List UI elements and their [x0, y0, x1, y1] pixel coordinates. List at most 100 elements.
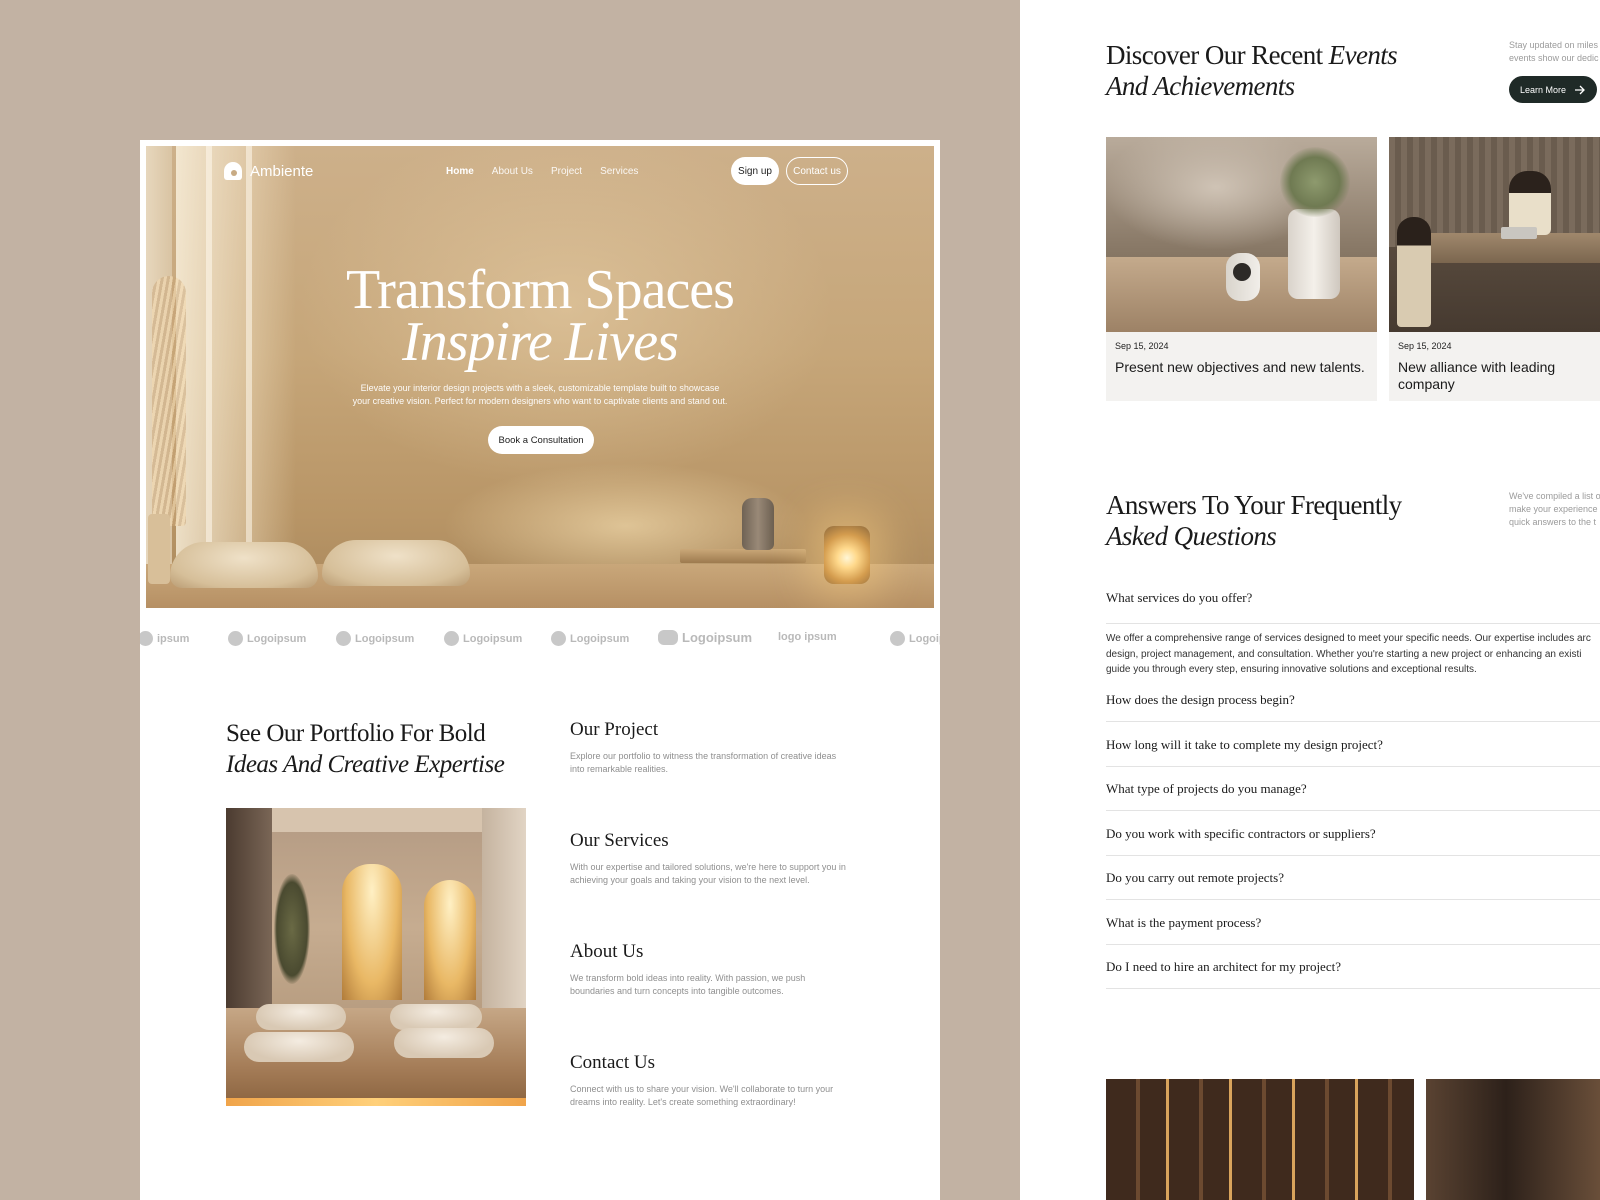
client-logo: Logoipsum: [336, 631, 414, 646]
nav-link-about[interactable]: About Us: [492, 166, 533, 177]
client-logo-text: Logoip: [909, 632, 940, 645]
faq-divider: [1106, 988, 1600, 989]
brand-name: Ambiente: [250, 162, 314, 180]
client-logo-text: Logoipsum: [247, 632, 307, 645]
faq-question[interactable]: What type of projects do you manage?: [1106, 781, 1600, 797]
desc-line: dreams into reality. Let's create someth…: [570, 1097, 796, 1107]
arrow-right-icon: [1575, 85, 1585, 94]
note-line: make your experience: [1509, 504, 1598, 514]
events-title-line2: And Achievements: [1106, 71, 1295, 101]
gallery-image: [1106, 1079, 1414, 1200]
floor-cushion: [244, 1032, 354, 1062]
note-line: quick answers to the t: [1509, 517, 1597, 527]
portfolio-item-about[interactable]: About Us We transform bold ideas into re…: [570, 940, 860, 998]
hero-title-line1: Transform Spaces: [346, 259, 735, 321]
speaker-lens: [1233, 263, 1251, 281]
hero-subtitle: Elevate your interior design projects wi…: [346, 382, 734, 408]
laptop: [1501, 227, 1537, 239]
portfolio-item-project[interactable]: Our Project Explore our portfolio to wit…: [570, 718, 860, 776]
event-title: New alliance with leading company: [1398, 359, 1556, 392]
floor-cushion: [170, 542, 318, 588]
side-table: [680, 549, 806, 563]
portfolio-item-contact[interactable]: Contact Us Connect with us to share your…: [570, 1051, 860, 1109]
logoipsum-glyph-icon: [890, 631, 905, 646]
note-line: We've compiled a list o: [1509, 491, 1600, 501]
dried-plant: [1280, 147, 1350, 217]
events-title-plain: Discover Our Recent: [1106, 40, 1329, 70]
desc-line: achieving your goals and taking your vis…: [570, 875, 810, 885]
portfolio-item-title: Our Project: [570, 719, 659, 740]
portfolio-image: [226, 808, 526, 1106]
client-logo-text: ipsum: [157, 632, 190, 645]
brand-logo[interactable]: Ambiente: [224, 162, 313, 180]
logoipsum-glyph-icon: [444, 631, 459, 646]
book-consultation-button[interactable]: Book a Consultation: [488, 426, 594, 454]
client-logo-text: logo ipsum: [778, 631, 837, 643]
logoipsum-glyph-icon: [336, 631, 351, 646]
faq-question[interactable]: Do I need to hire an architect for my pr…: [1106, 959, 1600, 975]
faq-question[interactable]: How long will it take to complete my des…: [1106, 737, 1600, 753]
client-logo: Logoipsum: [658, 630, 752, 645]
signup-button[interactable]: Sign up: [731, 157, 779, 185]
faq-title: Answers To Your Frequently Asked Questio…: [1106, 490, 1402, 552]
portfolio-title-line2: Ideas And Creative Expertise: [226, 751, 505, 778]
lit-arch-niche: [424, 880, 476, 1000]
portfolio-item-desc: We transform bold ideas into reality. Wi…: [570, 972, 860, 998]
faq-title-line1: Answers To Your Frequently: [1106, 490, 1402, 520]
hero-title: Transform Spaces Inspire Lives: [146, 259, 934, 370]
faq-answer: We offer a comprehensive range of servic…: [1106, 631, 1600, 678]
client-logo-text: Logoipsum: [570, 632, 630, 645]
desc-line: With our expertise and tailored solution…: [570, 862, 846, 872]
client-logo: Logoipsum: [551, 631, 629, 646]
learn-more-button[interactable]: Learn More: [1509, 76, 1597, 103]
portfolio-title: See Our Portfolio For Bold Ideas And Cre…: [226, 718, 526, 780]
nav-link-services[interactable]: Services: [600, 166, 638, 177]
floor-glow: [226, 1098, 526, 1106]
lantern-lamp: [824, 526, 870, 584]
faq-question[interactable]: Do you carry out remote projects?: [1106, 870, 1600, 886]
faq-divider: [1106, 766, 1600, 767]
client-logo: ipsum: [140, 631, 189, 646]
client-logo: Logoipsum: [228, 631, 306, 646]
desc-line: into remarkable realities.: [570, 764, 669, 774]
answer-line: guide you through every step, ensuring i…: [1106, 664, 1477, 675]
gallery-image: [1426, 1079, 1600, 1200]
nav-link-home[interactable]: Home: [446, 166, 474, 177]
event-card[interactable]: Sep 15, 2024 Present new objectives and …: [1106, 137, 1377, 401]
window-light: [176, 146, 296, 608]
note-line: Stay updated on miles: [1509, 40, 1599, 50]
note-line: events show our dedic: [1509, 53, 1599, 63]
portfolio-item-title: About Us: [570, 941, 644, 962]
logoipsum-glyph-icon: [140, 631, 153, 646]
wall: [482, 808, 526, 1038]
faq-question-open[interactable]: What services do you offer?: [1106, 590, 1600, 606]
floor-cushion: [390, 1004, 482, 1030]
faq-question[interactable]: How does the design process begin?: [1106, 692, 1600, 708]
desc-line: Connect with us to share your vision. We…: [570, 1084, 834, 1094]
nav-link-project[interactable]: Project: [551, 166, 582, 177]
faq-question[interactable]: Do you work with specific contractors or…: [1106, 826, 1600, 842]
events-title-line1: Discover Our Recent Events: [1106, 40, 1398, 71]
portfolio-item-desc: Connect with us to share your vision. We…: [570, 1083, 860, 1109]
event-date: Sep 15, 2024: [1398, 341, 1452, 351]
contact-button[interactable]: Contact us: [786, 157, 848, 185]
events-note: Stay updated on miles events show our de…: [1509, 39, 1600, 65]
logoipsum-glyph-icon: [228, 631, 243, 646]
portfolio-item-desc: With our expertise and tailored solution…: [570, 861, 860, 887]
client-logo: Logoipsum: [444, 631, 522, 646]
faq-divider: [1106, 721, 1600, 722]
event-card[interactable]: Sep 15, 2024 New alliance with leading c…: [1389, 137, 1600, 401]
faq-note: We've compiled a list o make your experi…: [1509, 490, 1600, 529]
client-logo-strip: ipsum Logoipsum Logoipsum Logoipsum Logo…: [140, 624, 940, 652]
window-post: [246, 146, 252, 608]
faq-question[interactable]: What is the payment process?: [1106, 915, 1600, 931]
answer-line: design, project management, and consulta…: [1106, 648, 1582, 660]
portfolio-item-title: Our Services: [570, 830, 669, 851]
faq-divider: [1106, 899, 1600, 900]
potted-plant: [274, 874, 310, 984]
portfolio-item-services[interactable]: Our Services With our expertise and tail…: [570, 829, 860, 887]
client-logo-text: Logoipsum: [682, 630, 753, 645]
portfolio-item-title: Contact Us: [570, 1052, 655, 1073]
top-nav: Ambiente Home About Us Project Services …: [146, 146, 934, 196]
logo-mark-icon: [224, 162, 242, 180]
